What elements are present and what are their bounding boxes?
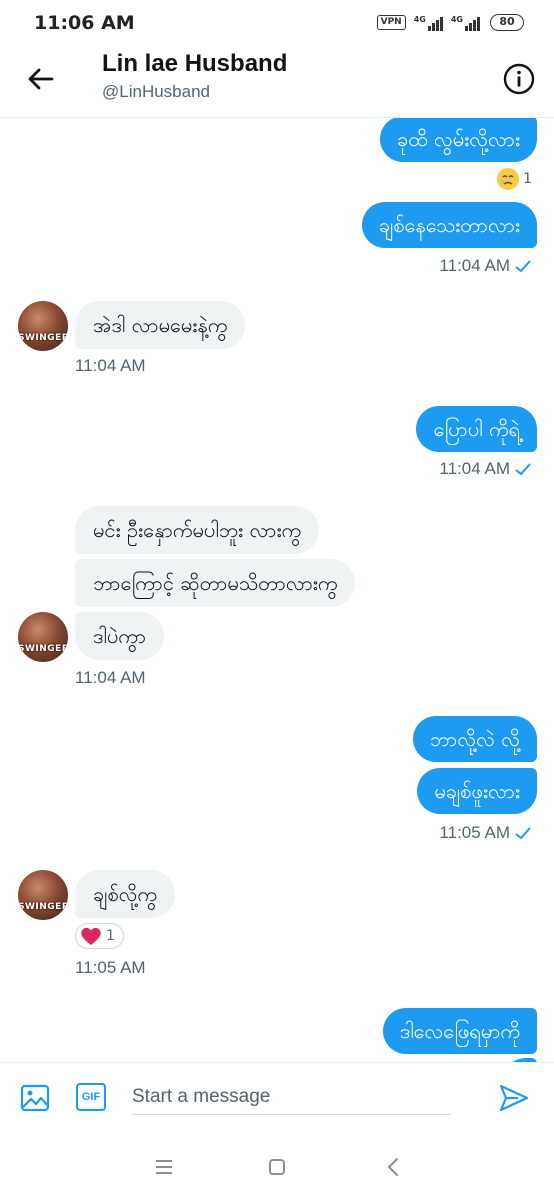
message-thread: ခုထိ လွမ်းလို့လား 1 ချစ်နေသေးတာလား 11:04… [0,118,554,1062]
message-bubble-outgoing[interactable]: ဘာလို့လဲ လို့ [412,716,537,762]
info-icon[interactable] [503,63,535,95]
image-icon[interactable] [20,1083,50,1113]
message-input[interactable] [132,1079,450,1115]
message-timestamp: 11:05 AM [439,823,532,843]
sent-check-icon [515,260,531,273]
avatar[interactable]: SWINGER [18,301,68,351]
back-icon[interactable] [381,1154,407,1180]
message-composer: GIF [0,1062,554,1134]
vpn-badge: VPN [376,15,406,30]
menu-icon[interactable] [151,1154,177,1180]
reaction-count: 1 [523,171,532,187]
signal-2-icon: 4G [451,15,480,31]
system-navigation-bar [0,1134,554,1200]
message-bubble-outgoing[interactable]: မချစ်ဖူးလား [417,768,537,814]
message-timestamp: 11:04 AM [75,356,146,375]
message-timestamp: 11:04 AM [75,668,146,687]
reaction-count: 1 [106,928,115,944]
avatar[interactable]: SWINGER [18,870,68,920]
contact-handle: @LinHusband [102,82,210,101]
reaction[interactable]: 1 [75,923,124,949]
signal-1-icon: 4G [414,15,443,31]
message-bubble-incoming[interactable]: ဒါပဲကွာ [75,612,165,660]
back-arrow-icon[interactable] [26,64,56,94]
gif-button[interactable]: GIF [76,1083,106,1111]
message-bubble-outgoing[interactable]: ဒါလေဖြေရမှာကို [382,1008,537,1054]
status-time: 11:06 AM [34,12,135,34]
home-icon[interactable] [264,1154,290,1180]
avatar[interactable]: SWINGER [18,612,68,662]
reaction[interactable]: 1 [497,168,532,190]
message-bubble-incoming[interactable]: ချစ်လို့ကွ [75,870,175,918]
message-bubble-outgoing[interactable]: ပြောပါ ကိုရဲ့ [416,406,537,452]
crying-face-icon [497,168,520,190]
message-bubble-outgoing[interactable]: ချစ်နေသေးတာလား [361,202,537,248]
message-timestamp: 11:04 AM [439,459,532,479]
message-timestamp: 11:05 AM [75,958,146,977]
red-heart-icon [81,927,101,945]
sent-check-icon [515,827,531,840]
message-timestamp: 11:04 AM [439,256,532,276]
send-icon[interactable] [498,1083,530,1113]
status-icons: VPN 4G 4G 80 [376,14,524,31]
sent-check-icon [515,463,531,476]
battery-indicator: 80 [490,14,524,31]
status-bar: 11:06 AM VPN 4G 4G 80 [0,0,554,46]
message-bubble-outgoing[interactable]: ခုထိ လွမ်းလို့လား [380,118,537,162]
contact-name[interactable]: Lin lae Husband [102,50,287,78]
conversation-header: Lin lae Husband @LinHusband [0,46,554,118]
message-bubble-incoming[interactable]: ဘာကြောင့် ဆိုတာမသိတာလားကွ [75,559,356,607]
message-bubble-incoming[interactable]: အဲဒါ လာမမေးနဲ့ကွ [75,301,246,349]
message-bubble-incoming[interactable]: မင်း ဦးနှောက်မပါဘူး လားကွ [75,506,320,554]
